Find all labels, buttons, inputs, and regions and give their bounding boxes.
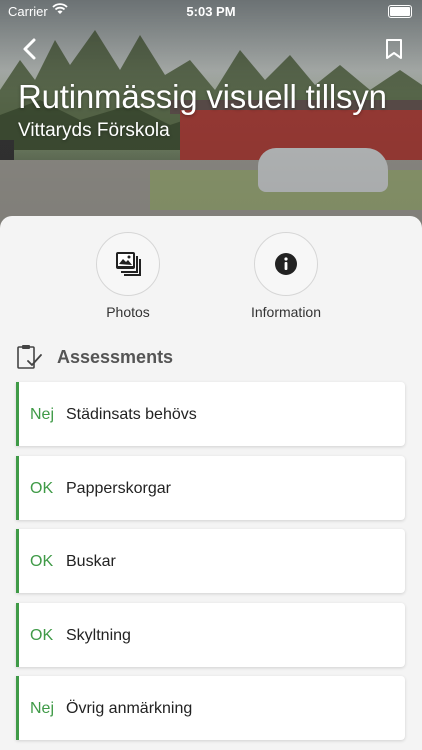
assessment-status: OK: [30, 626, 54, 644]
information-action[interactable]: Information: [226, 232, 346, 320]
assessment-label: Övrig anmärkning: [66, 700, 193, 717]
assessments-heading: Assessments: [57, 347, 174, 367]
assessment-item[interactable]: OK Skyltning: [16, 602, 405, 667]
assessment-status: Nej: [30, 700, 55, 717]
clipboard-check-icon: [17, 345, 42, 369]
photos-icon: [116, 252, 141, 276]
assessments-list: Nej Städinsats behövs OK Papperskorgar O…: [16, 382, 405, 750]
clock: 5:03 PM: [186, 4, 236, 19]
assessment-status: OK: [30, 553, 54, 570]
assessment-item[interactable]: OK Papperskorgar: [16, 455, 405, 520]
battery-icon: [388, 5, 412, 18]
status-bar: Carrier 5:03 PM: [0, 0, 422, 22]
assessment-label: Buskar: [66, 553, 116, 570]
assessment-status: Nej: [30, 406, 55, 423]
info-icon: [275, 253, 297, 275]
assessment-label: Skyltning: [66, 626, 131, 644]
page-subtitle: Vittaryds Förskola: [18, 120, 170, 141]
assessment-item[interactable]: Nej Övrig anmärkning: [16, 676, 405, 740]
bookmark-button[interactable]: [384, 38, 404, 60]
content-sheet: Photos Information Assessments Nej Städi…: [0, 216, 422, 750]
assessment-item[interactable]: OK Buskar: [16, 529, 405, 593]
assessment-item[interactable]: Nej Städinsats behövs: [16, 382, 405, 446]
assessment-label: Papperskorgar: [66, 479, 171, 497]
page-title: Rutinmässig visuell tillsyn: [18, 78, 387, 115]
assessment-status: OK: [30, 479, 54, 497]
photos-action[interactable]: Photos: [68, 232, 188, 320]
photos-label: Photos: [106, 304, 150, 320]
assessment-label: Städinsats behövs: [66, 406, 197, 423]
information-label: Information: [250, 304, 322, 320]
information-button[interactable]: [254, 232, 318, 296]
hero-photo: [0, 0, 422, 236]
photos-button[interactable]: [96, 232, 160, 296]
back-button[interactable]: [18, 36, 44, 62]
